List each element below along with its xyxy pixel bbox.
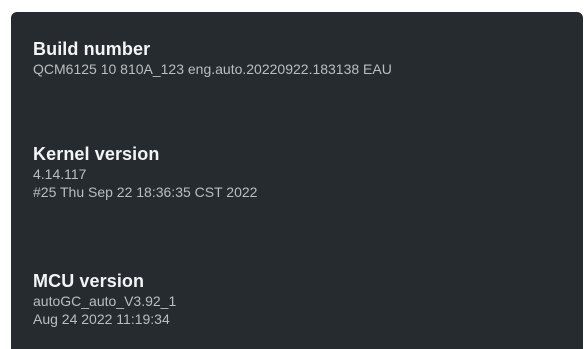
build-number-item[interactable]: Build number QCM6125 10 810A_123 eng.aut… [33, 38, 571, 78]
build-number-value: QCM6125 10 810A_123 eng.auto.20220922.18… [33, 61, 392, 77]
mcu-version-title: MCU version [33, 271, 145, 291]
kernel-version-number: 4.14.117 [33, 166, 87, 182]
mcu-version-item[interactable]: MCU version autoGC_auto_V3.92_1 Aug 24 2… [33, 270, 571, 328]
mcu-build-date: Aug 24 2022 11:19:34 [33, 311, 170, 327]
kernel-build-date: #25 Thu Sep 22 18:36:35 CST 2022 [33, 184, 258, 200]
mcu-version-number: autoGC_auto_V3.92_1 [33, 293, 177, 309]
kernel-version-title: Kernel version [33, 144, 160, 164]
kernel-version-item[interactable]: Kernel version 4.14.117 #25 Thu Sep 22 1… [33, 143, 571, 201]
about-info-panel: Build number QCM6125 10 810A_123 eng.aut… [11, 12, 583, 349]
build-number-title: Build number [33, 39, 151, 59]
